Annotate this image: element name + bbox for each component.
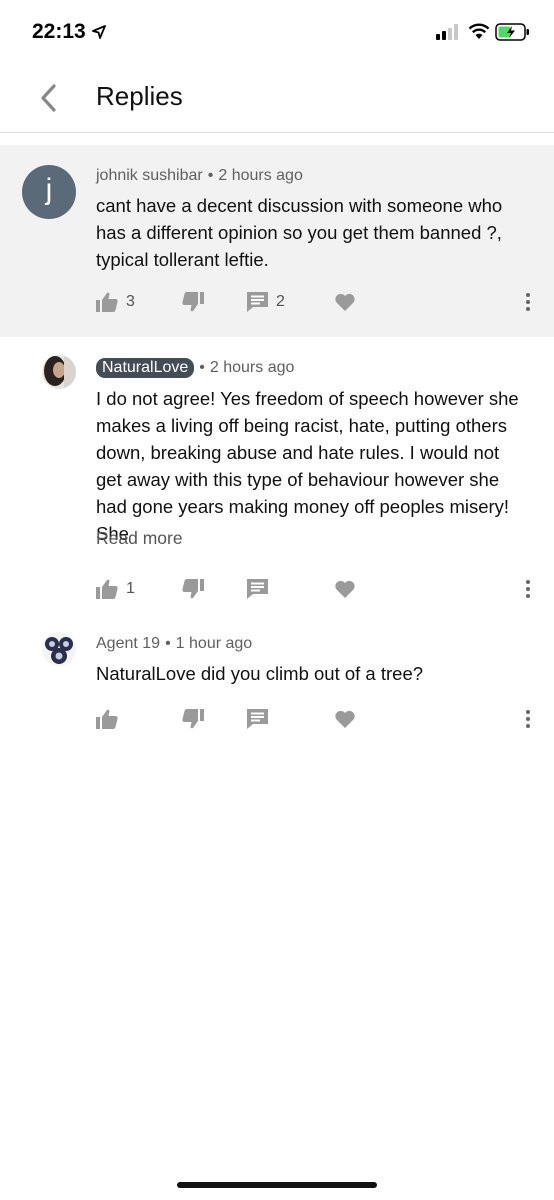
- comment-item: j johnik sushibar • 2 hours ago cant have …: [0, 145, 554, 337]
- read-more-link[interactable]: Read more: [96, 528, 183, 549]
- comment-actions: [0, 704, 554, 734]
- back-arrow-icon[interactable]: [34, 80, 64, 116]
- avatar[interactable]: j: [22, 165, 76, 219]
- clock: 22:13: [32, 20, 86, 43]
- dislike-button[interactable]: [182, 287, 204, 317]
- timestamp: 2 hours ago: [218, 167, 303, 184]
- like-count: 1: [126, 580, 135, 597]
- heart-button[interactable]: [335, 574, 355, 604]
- timestamp: 1 hour ago: [175, 635, 253, 652]
- comment-icon: [247, 709, 268, 729]
- thumbs-up-icon: [96, 579, 118, 599]
- battery-charging-icon: [495, 23, 529, 41]
- comment-icon: [247, 579, 268, 599]
- comment-meta: NaturalLove • 2 hours ago: [96, 358, 295, 378]
- app-bar: Replies: [0, 66, 554, 133]
- avatar[interactable]: [42, 355, 76, 389]
- wifi-icon: [468, 23, 490, 39]
- dislike-button[interactable]: [182, 574, 204, 604]
- dislike-button[interactable]: [182, 704, 204, 734]
- reply-count: 2: [276, 293, 285, 310]
- comment-meta: Agent 19 • 1 hour ago: [96, 635, 253, 652]
- reply-button[interactable]: [247, 574, 268, 604]
- more-options-button[interactable]: [524, 704, 532, 734]
- author-name[interactable]: johnik sushibar: [96, 167, 203, 184]
- location-arrow-icon: [92, 25, 106, 39]
- thumbs-up-icon: [96, 709, 118, 729]
- cellular-signal-icon: [436, 24, 458, 40]
- comment-text: cant have a decent discussion with someo…: [96, 195, 503, 270]
- author-name[interactable]: Agent 19: [96, 635, 160, 652]
- page-title: Replies: [96, 81, 183, 111]
- reply-button[interactable]: 2: [247, 287, 285, 317]
- like-button[interactable]: [96, 704, 118, 734]
- like-button[interactable]: 3: [96, 287, 135, 317]
- comment-actions: 1: [0, 574, 554, 604]
- more-vert-icon: [526, 580, 530, 598]
- more-vert-icon: [526, 710, 530, 728]
- heart-icon: [335, 580, 355, 598]
- thumbs-down-icon: [182, 579, 204, 599]
- author-name[interactable]: NaturalLove: [96, 358, 195, 378]
- like-button[interactable]: 1: [96, 574, 135, 604]
- more-options-button[interactable]: [524, 574, 532, 604]
- heart-icon: [335, 293, 355, 311]
- comment-meta: johnik sushibar • 2 hours ago: [96, 167, 303, 184]
- avatar-photo: [42, 355, 76, 389]
- comment-text: I do not agree! Yes freedom of speech ho…: [96, 388, 519, 544]
- heart-icon: [335, 710, 355, 728]
- comment-item: NaturalLove • 2 hours ago I do not agree! …: [0, 337, 554, 617]
- heart-button[interactable]: [335, 287, 355, 317]
- reply-button[interactable]: [247, 704, 268, 734]
- more-options-button[interactable]: [524, 287, 532, 317]
- home-indicator[interactable]: [177, 1182, 377, 1188]
- thumbs-down-icon: [182, 292, 204, 312]
- comment-actions: 3 2: [0, 287, 554, 317]
- thumbs-up-icon: [96, 292, 118, 312]
- status-bar: 22:13: [0, 0, 554, 66]
- comment-icon: [247, 292, 268, 312]
- avatar-photo: [42, 632, 76, 666]
- like-count: 3: [126, 293, 135, 310]
- avatar[interactable]: [42, 632, 76, 666]
- more-vert-icon: [526, 293, 530, 311]
- thumbs-down-icon: [182, 709, 204, 729]
- heart-button[interactable]: [335, 704, 355, 734]
- comment-item: Agent 19 • 1 hour ago NaturalLove did you …: [0, 617, 554, 747]
- comment-text: NaturalLove did you climb out of a tree?: [96, 663, 424, 684]
- timestamp: 2 hours ago: [209, 359, 295, 376]
